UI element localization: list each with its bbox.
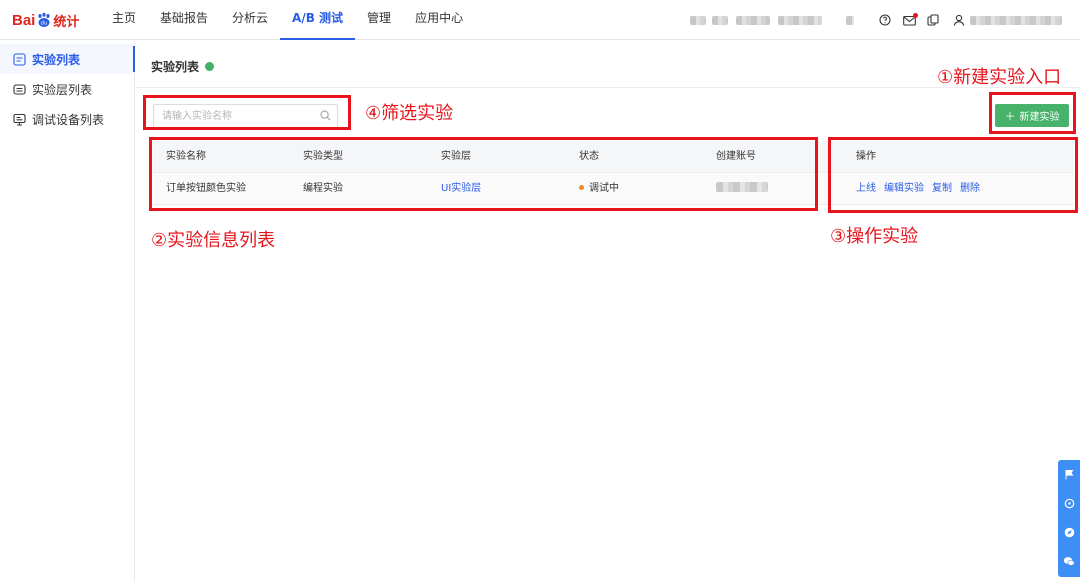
redacted-text [712,15,728,25]
redacted-text [778,15,822,25]
annotation-new-entry: ①新建实验入口 [937,67,1062,88]
experiment-type: 编程实验 [303,183,343,194]
experiment-name: 订单按钮颜色实验 [166,183,246,194]
annotation-info-list: ②实验信息列表 [151,230,276,251]
nav-item-manage[interactable]: 管理 [355,0,403,40]
column-header-account: 创建账号 [716,151,756,162]
logo-bai-text: Bai [12,11,36,29]
experiment-table: 实验名称 实验类型 实验层 状态 创建账号 操作 订单按钮颜色实验 编程实验 U… [153,141,1074,205]
main-content: 实验列表 ＋ 新建实验 实验名称 实验类型 实验层 状态 创建账号 操作 订单按… [136,41,1080,581]
column-header-actions: 操作 [856,151,876,162]
plus-icon: ＋ [1004,109,1016,123]
nav-item-home[interactable]: 主页 [100,0,148,40]
search-icon[interactable] [320,110,331,121]
sidebar-item-label: 实验层列表 [32,82,93,97]
baidu-tongji-logo[interactable]: Bai du 统计 [12,8,79,32]
new-experiment-button[interactable]: ＋ 新建实验 [995,104,1069,127]
help-dot-icon[interactable] [205,62,215,71]
table-row: 订单按钮颜色实验 编程实验 UI实验层 调试中 上线 编辑实验 复制 删除 [153,173,1074,205]
notification-dot [913,13,918,18]
top-navigation-bar: Bai du 统计 主页 基础报告 分析云 A/B 测试 管理 应用中心 [0,0,1080,40]
redacted-text [846,15,854,25]
paw-logo-icon: du [36,12,52,28]
nav-item-analysis-cloud[interactable]: 分析云 [220,0,280,40]
action-launch[interactable]: 上线 [856,183,876,194]
sidebar: 实验列表 实验层列表 调试设备列表 [0,41,135,581]
logo-du-text: du [41,21,48,27]
sidebar-item-label: 实验列表 [32,52,81,67]
column-header-type: 实验类型 [303,151,343,162]
table-header: 实验名称 实验类型 实验层 状态 创建账号 操作 [153,141,1074,173]
sidebar-item-experiment-list[interactable]: 实验列表 [0,44,135,74]
search-box [153,104,338,128]
experiment-list-icon [13,52,26,66]
new-experiment-label: 新建实验 [1019,112,1060,123]
experiment-layer-link[interactable]: UI实验层 [441,173,481,205]
column-header-name: 实验名称 [166,151,206,162]
user-icon[interactable] [952,13,966,27]
experiment-status: 调试中 [579,173,619,205]
action-copy[interactable]: 复制 [932,183,952,194]
page-title-text: 实验列表 [151,60,200,74]
creator-account [716,173,768,205]
nav-item-basic-report[interactable]: 基础报告 [148,0,220,40]
compass-icon[interactable] [1058,518,1080,547]
page-title: 实验列表 [151,58,215,75]
floating-toolbar [1058,460,1080,577]
row-actions: 上线 编辑实验 复制 删除 [856,173,988,205]
feedback-icon[interactable] [1058,489,1080,518]
search-input[interactable] [154,105,314,127]
logo-tongji-text: 统计 [53,14,80,30]
redacted-text [736,15,770,25]
mail-icon[interactable] [902,13,918,27]
redacted-account [716,182,768,192]
action-delete[interactable]: 删除 [960,183,980,194]
sidebar-item-device-list[interactable]: 调试设备列表 [0,104,134,134]
action-edit[interactable]: 编辑实验 [884,183,924,194]
redacted-text [690,15,706,25]
layer-list-icon [13,83,26,96]
annotation-filter: ④筛选实验 [365,103,454,124]
main-nav: 主页 基础报告 分析云 A/B 测试 管理 应用中心 [100,0,475,40]
annotation-operations: ③操作实验 [830,226,919,247]
device-list-icon [13,113,26,126]
chat-icon[interactable] [1058,547,1080,576]
sidebar-item-layer-list[interactable]: 实验层列表 [0,74,134,104]
flag-icon[interactable] [1058,460,1080,489]
top-right-area [690,0,1062,40]
copy-icon[interactable] [926,13,940,27]
column-header-status: 状态 [579,151,599,162]
column-header-layer: 实验层 [441,151,471,162]
nav-item-ab-test[interactable]: A/B 测试 [280,0,356,40]
nav-item-app-center[interactable]: 应用中心 [403,0,475,40]
status-text: 调试中 [589,183,619,194]
help-icon[interactable] [878,13,892,27]
sidebar-item-label: 调试设备列表 [32,112,105,127]
status-dot-icon [579,184,584,190]
redacted-username [970,15,1062,25]
